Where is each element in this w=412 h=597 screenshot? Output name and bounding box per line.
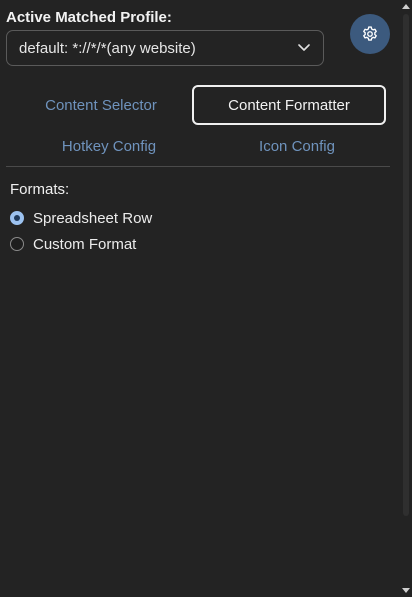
formats-heading: Formats: [10, 181, 70, 198]
tab-content-formatter[interactable]: Content Formatter [192, 85, 386, 125]
chevron-down-icon [297, 41, 311, 55]
radio-button[interactable] [10, 211, 24, 225]
tab-label: Hotkey Config [61, 137, 157, 155]
tabs-divider [6, 166, 390, 167]
scroll-down-arrow-icon[interactable] [402, 588, 410, 593]
profile-select-value: default: *://*/*(any website) [19, 39, 196, 57]
tab-label: Content Selector [45, 96, 157, 114]
scroll-up-arrow-icon[interactable] [402, 4, 410, 9]
tab-label: Icon Config [259, 137, 335, 155]
gear-icon [361, 25, 379, 43]
scrollbar[interactable] [400, 0, 412, 597]
tab-icon-config[interactable]: Icon Config [202, 126, 392, 166]
format-option-spreadsheet-row[interactable]: Spreadsheet Row [10, 208, 152, 228]
profile-select[interactable]: default: *://*/*(any website) [6, 30, 324, 66]
radio-label: Custom Format [33, 235, 137, 253]
radio-button[interactable] [10, 237, 24, 251]
tab-hotkey-config[interactable]: Hotkey Config [14, 126, 204, 166]
scroll-thumb[interactable] [403, 14, 409, 516]
tab-label: Content Formatter [228, 96, 350, 114]
format-option-custom-format[interactable]: Custom Format [10, 234, 136, 254]
settings-button[interactable] [350, 14, 390, 54]
radio-label: Spreadsheet Row [33, 209, 153, 227]
tab-content-selector[interactable]: Content Selector [6, 85, 196, 125]
profile-heading: Active Matched Profile: [6, 9, 172, 26]
